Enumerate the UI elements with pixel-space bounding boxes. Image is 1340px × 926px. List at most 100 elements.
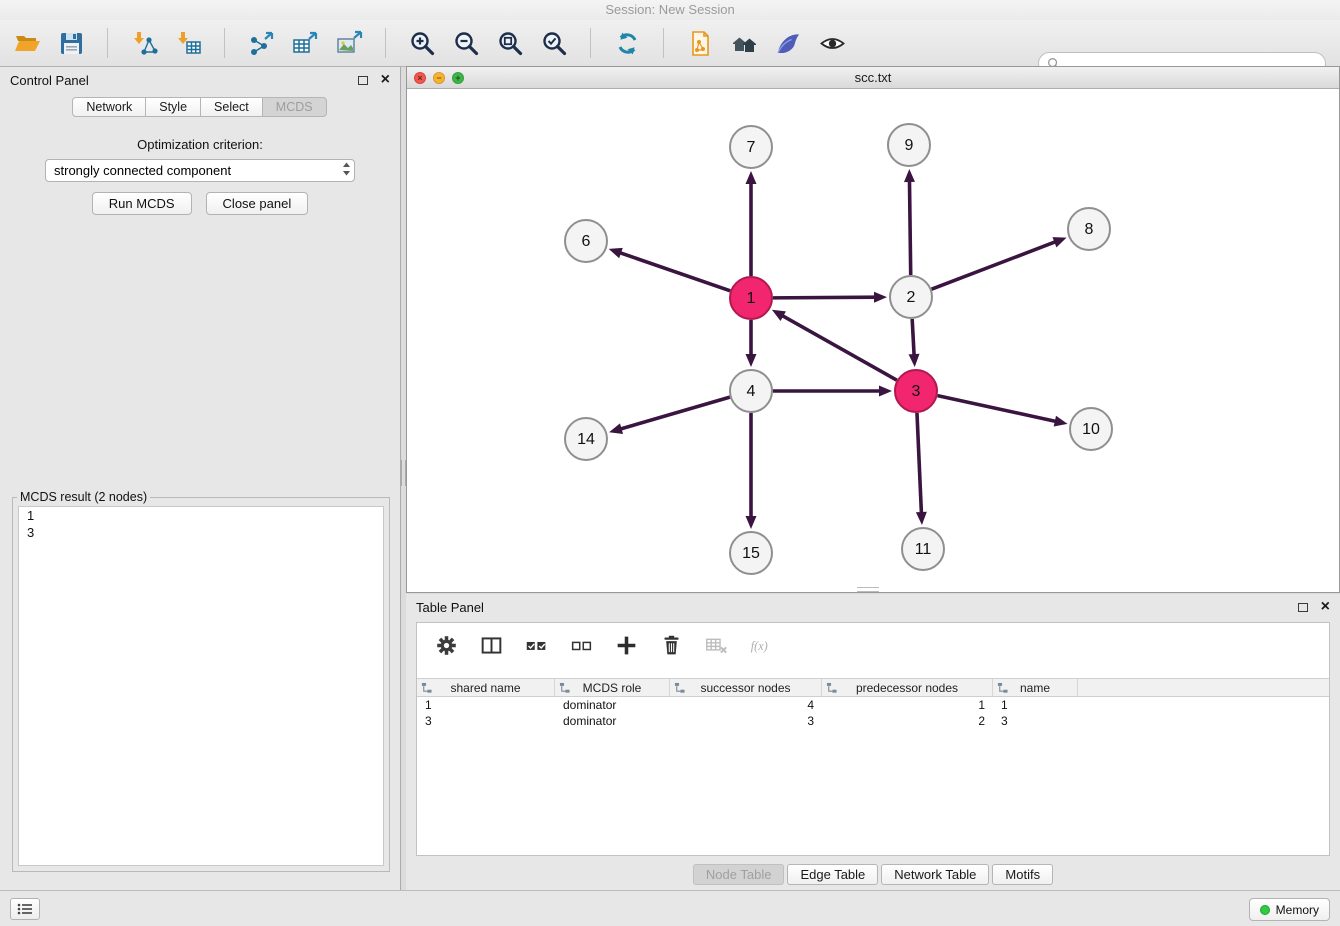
optimization-select-value: strongly connected component bbox=[54, 163, 342, 178]
task-history-button[interactable] bbox=[10, 898, 40, 920]
table-row[interactable]: 3dominator323 bbox=[417, 713, 1329, 729]
table-cell[interactable]: 1 bbox=[417, 697, 555, 713]
table-row[interactable]: 1dominator411 bbox=[417, 697, 1329, 713]
gear-button[interactable] bbox=[432, 631, 460, 659]
graph-edge-arrow bbox=[909, 354, 920, 367]
paint-button[interactable] bbox=[771, 26, 805, 60]
column-header-name[interactable]: name bbox=[993, 679, 1078, 696]
table-cell[interactable]: 2 bbox=[822, 713, 993, 729]
tab-edge-table[interactable]: Edge Table bbox=[787, 864, 878, 885]
folder-open-button[interactable] bbox=[10, 26, 44, 60]
network-canvas[interactable]: 7968124314101511 bbox=[407, 89, 1339, 592]
close-panel-button[interactable]: Close panel bbox=[206, 192, 309, 215]
graph-node-label: 15 bbox=[742, 545, 760, 562]
vertical-splitter-handle[interactable] bbox=[401, 460, 406, 486]
check-all-button[interactable] bbox=[522, 631, 550, 659]
column-header-shared-name[interactable]: shared name bbox=[417, 679, 555, 696]
function-button: f(x) bbox=[747, 631, 775, 659]
graph-edge-3-10[interactable] bbox=[937, 396, 1056, 422]
zoom-selected-button[interactable] bbox=[537, 26, 571, 60]
mcds-result-item[interactable]: 1 bbox=[19, 507, 383, 524]
graph-node-label: 4 bbox=[747, 383, 756, 400]
graph-edge-arrow bbox=[1052, 237, 1066, 247]
tab-network[interactable]: Network bbox=[72, 97, 146, 117]
houses-button[interactable] bbox=[727, 26, 761, 60]
uncheck-all-button[interactable] bbox=[567, 631, 595, 659]
graph-edge-2-9[interactable] bbox=[909, 180, 910, 275]
column-tree-icon bbox=[674, 682, 685, 694]
minimize-window-icon[interactable]: − bbox=[433, 72, 445, 84]
import-table-button[interactable] bbox=[171, 26, 205, 60]
table-float-icon[interactable] bbox=[1298, 603, 1308, 612]
network-window: ×−+ scc.txt 7968124314101511 bbox=[406, 66, 1340, 593]
table-cell[interactable]: 4 bbox=[670, 697, 822, 713]
column-header-predecessor-nodes[interactable]: predecessor nodes bbox=[822, 679, 993, 696]
tab-network-table[interactable]: Network Table bbox=[881, 864, 989, 885]
status-bar: Memory bbox=[0, 890, 1340, 926]
table-cell[interactable]: dominator bbox=[555, 713, 670, 729]
mcds-result-list[interactable]: 13 bbox=[18, 506, 384, 866]
mcds-result-title: MCDS result (2 nodes) bbox=[17, 490, 150, 504]
mcds-result-group: MCDS result (2 nodes) 13 bbox=[12, 490, 390, 872]
table-cell[interactable]: dominator bbox=[555, 697, 670, 713]
eye-button[interactable] bbox=[815, 26, 849, 60]
graph-edge-2-8[interactable] bbox=[932, 241, 1057, 289]
add-column-button[interactable] bbox=[612, 631, 640, 659]
export-table-button[interactable] bbox=[288, 26, 322, 60]
run-mcds-button[interactable]: Run MCDS bbox=[92, 192, 192, 215]
table-cell[interactable]: 1 bbox=[993, 697, 1078, 713]
apply-layout-button[interactable] bbox=[610, 26, 644, 60]
tab-mcds[interactable]: MCDS bbox=[262, 97, 327, 117]
graph-edge-1-2[interactable] bbox=[773, 297, 876, 298]
graph-edge-3-11[interactable] bbox=[917, 413, 921, 514]
graph-edge-1-6[interactable] bbox=[619, 252, 730, 290]
maximize-window-icon[interactable]: + bbox=[452, 72, 464, 84]
table-panel-title: Table Panel bbox=[416, 600, 484, 615]
column-header-successor-nodes[interactable]: successor nodes bbox=[670, 679, 822, 696]
tab-select[interactable]: Select bbox=[200, 97, 263, 117]
graph-edge-3-1[interactable] bbox=[781, 315, 896, 380]
optimization-criterion-select[interactable]: strongly connected component bbox=[45, 159, 355, 182]
export-network-button[interactable] bbox=[244, 26, 278, 60]
column-header-mcds-role[interactable]: MCDS role bbox=[555, 679, 670, 696]
main-toolbar bbox=[0, 20, 1340, 67]
tab-style[interactable]: Style bbox=[145, 97, 201, 117]
table-cell[interactable]: 3 bbox=[993, 713, 1078, 729]
trash-button[interactable] bbox=[657, 631, 685, 659]
table-cell[interactable]: 3 bbox=[417, 713, 555, 729]
graph-node-label: 14 bbox=[577, 431, 595, 448]
tab-node-table[interactable]: Node Table bbox=[693, 864, 785, 885]
graph-edge-arrow bbox=[746, 516, 757, 529]
close-window-icon[interactable]: × bbox=[414, 72, 426, 84]
delete-table-button bbox=[702, 631, 730, 659]
trash-icon bbox=[660, 634, 683, 657]
horizontal-splitter-handle[interactable] bbox=[857, 587, 879, 592]
zoom-in-icon bbox=[409, 30, 436, 57]
mcds-buttons-row: Run MCDS Close panel bbox=[0, 192, 400, 215]
zoom-in-button[interactable] bbox=[405, 26, 439, 60]
toolbar-separator bbox=[663, 28, 664, 58]
tab-motifs[interactable]: Motifs bbox=[992, 864, 1053, 885]
column-tree-icon bbox=[559, 682, 570, 694]
gear-icon bbox=[435, 634, 458, 657]
save-button[interactable] bbox=[54, 26, 88, 60]
zoom-fit-button[interactable] bbox=[493, 26, 527, 60]
export-image-button[interactable] bbox=[332, 26, 366, 60]
table-cell[interactable]: 1 bbox=[822, 697, 993, 713]
mcds-result-item[interactable]: 3 bbox=[19, 524, 383, 541]
memory-button[interactable]: Memory bbox=[1249, 898, 1330, 921]
graph-edge-4-14[interactable] bbox=[620, 397, 730, 429]
graph-edge-arrow bbox=[746, 354, 757, 367]
zoom-out-button[interactable] bbox=[449, 26, 483, 60]
split-columns-button[interactable] bbox=[477, 631, 505, 659]
table-cell[interactable]: 3 bbox=[670, 713, 822, 729]
graph-edge-2-3[interactable] bbox=[912, 319, 914, 356]
graph-edge-arrow bbox=[916, 512, 927, 525]
import-network-button[interactable] bbox=[127, 26, 161, 60]
control-panel-close-icon[interactable]: × bbox=[381, 73, 390, 87]
float-panel-icon[interactable] bbox=[358, 76, 368, 85]
network-window-titlebar[interactable]: ×−+ scc.txt bbox=[407, 67, 1339, 89]
window-titlebar[interactable]: Session: New Session bbox=[0, 0, 1340, 20]
network-document-button[interactable] bbox=[683, 26, 717, 60]
table-panel-close-icon[interactable]: × bbox=[1321, 600, 1330, 614]
